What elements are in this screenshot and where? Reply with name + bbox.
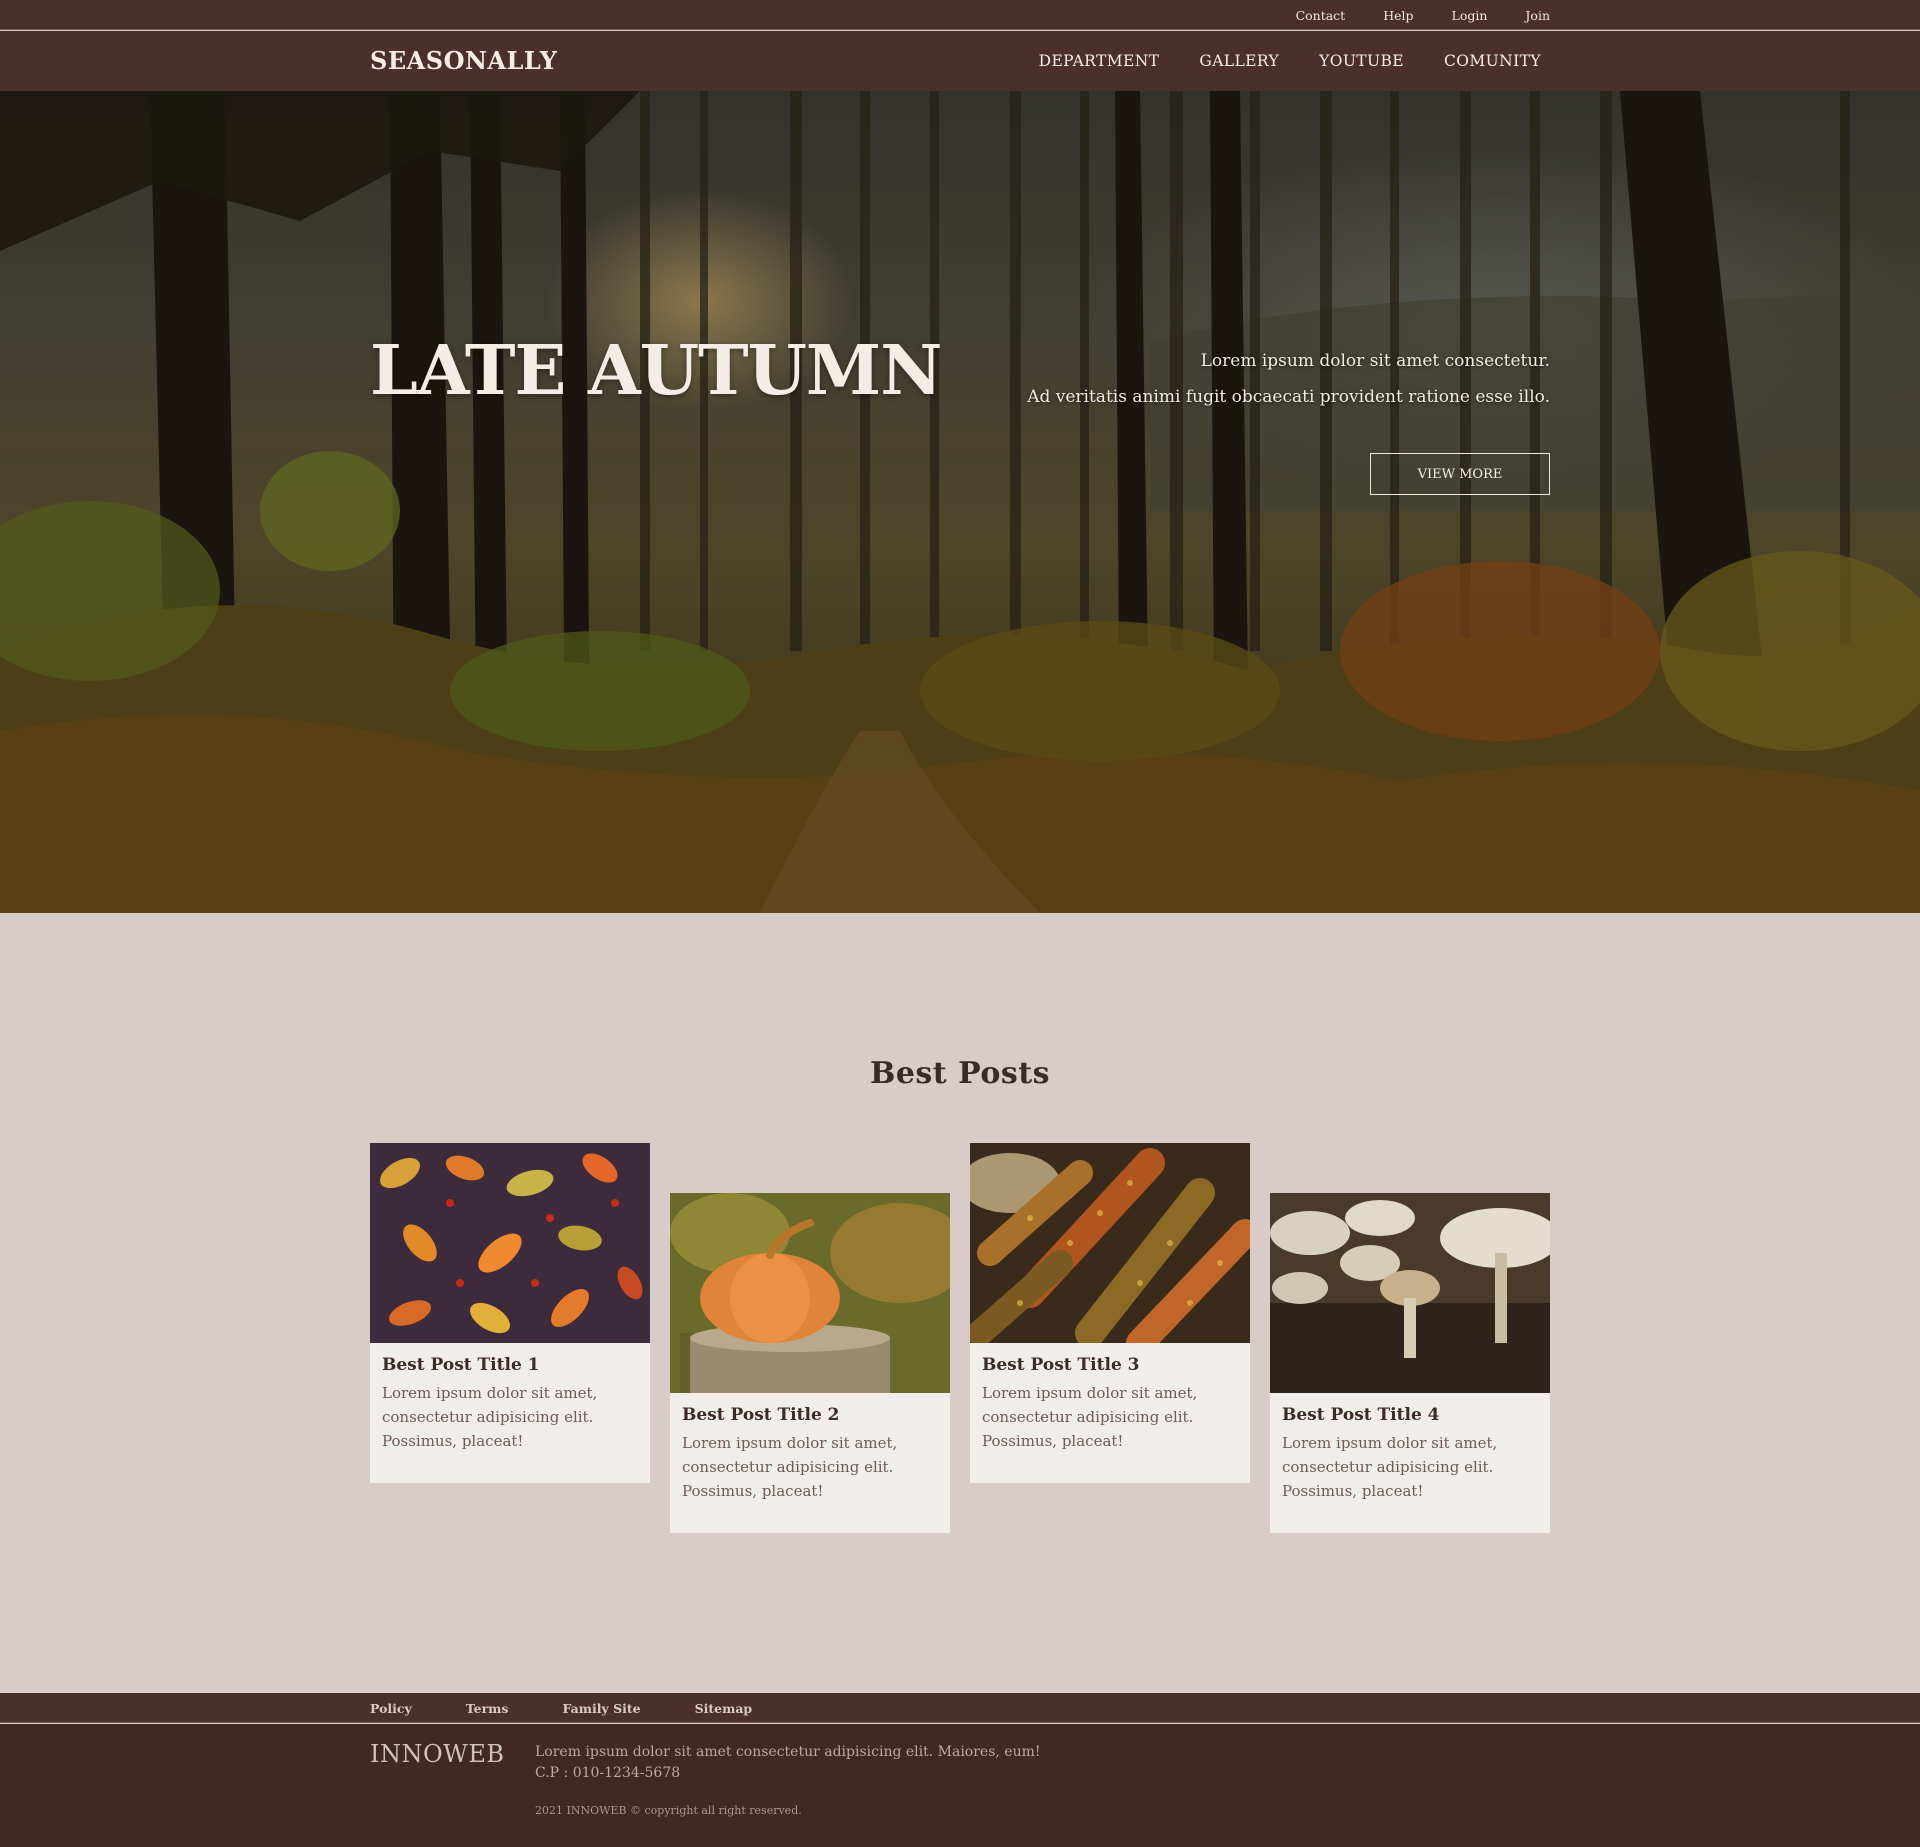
nav-item-gallery[interactable]: GALLERY <box>1199 52 1279 70</box>
post-card-title: Best Post Title 3 <box>982 1355 1140 1375</box>
hero-title: LATE AUTUMN <box>370 331 942 411</box>
utility-link-help[interactable]: Help <box>1383 8 1413 23</box>
view-more-button[interactable]: VIEW MORE <box>1370 453 1550 495</box>
post-card-4[interactable]: Best Post Title 4 Lorem ipsum dolor sit … <box>1270 1193 1550 1533</box>
utility-link-join[interactable]: Join <box>1525 8 1550 23</box>
footer-link-terms[interactable]: Terms <box>466 1701 509 1716</box>
utility-bar: Contact Help Login Join <box>0 0 1920 30</box>
nav-item-department[interactable]: DEPARTMENT <box>1039 52 1160 70</box>
post-card-description: Lorem ipsum dolor sit amet, consectetur … <box>982 1384 1198 1450</box>
post-card-body: Best Post Title 3 Lorem ipsum dolor sit … <box>970 1343 1250 1483</box>
footer-links-bar: Policy Terms Family Site Sitemap <box>0 1693 1920 1723</box>
post-card-3[interactable]: Best Post Title 3 Lorem ipsum dolor sit … <box>970 1143 1250 1483</box>
post-card-body: Best Post Title 2 Lorem ipsum dolor sit … <box>670 1393 950 1533</box>
indian-corn-image <box>970 1143 1250 1343</box>
footer-link-family-site[interactable]: Family Site <box>562 1701 640 1716</box>
post-card-title: Best Post Title 4 <box>1282 1405 1440 1425</box>
autumn-leaves-image <box>370 1143 650 1343</box>
nav-item-community[interactable]: COMUNITY <box>1444 52 1541 70</box>
hero-banner: LATE AUTUMN Lorem ipsum dolor sit amet c… <box>0 91 1920 913</box>
hero-description: Lorem ipsum dolor sit amet consectetur. … <box>1027 343 1550 415</box>
post-card-body: Best Post Title 1 Lorem ipsum dolor sit … <box>370 1343 650 1483</box>
post-card-2[interactable]: Best Post Title 2 Lorem ipsum dolor sit … <box>670 1193 950 1533</box>
footer-link-sitemap[interactable]: Sitemap <box>695 1701 753 1716</box>
hero-description-line-1: Lorem ipsum dolor sit amet consectetur. <box>1200 351 1550 371</box>
hero-overlay <box>0 91 1920 913</box>
post-card-description: Lorem ipsum dolor sit amet, consectetur … <box>1282 1434 1498 1500</box>
post-card-description: Lorem ipsum dolor sit amet, consectetur … <box>382 1384 598 1450</box>
site-logo[interactable]: SEASONALLY <box>370 31 557 91</box>
post-card-body: Best Post Title 4 Lorem ipsum dolor sit … <box>1270 1393 1550 1533</box>
footer-info: Lorem ipsum dolor sit amet consectetur a… <box>535 1742 1041 1784</box>
footer-info-text: Lorem ipsum dolor sit amet consectetur a… <box>535 1744 1041 1760</box>
main-nav: DEPARTMENT GALLERY YOUTUBE COMUNITY <box>1039 31 1541 91</box>
utility-link-login[interactable]: Login <box>1452 8 1488 23</box>
footer: INNOWEB Lorem ipsum dolor sit amet conse… <box>0 1724 1920 1847</box>
main-header: SEASONALLY DEPARTMENT GALLERY YOUTUBE CO… <box>0 31 1920 91</box>
post-card-1[interactable]: Best Post Title 1 Lorem ipsum dolor sit … <box>370 1143 650 1483</box>
footer-link-policy[interactable]: Policy <box>370 1701 412 1716</box>
nav-item-youtube[interactable]: YOUTUBE <box>1319 52 1404 70</box>
footer-phone: C.P : 010-1234-5678 <box>535 1765 681 1781</box>
footer-nav: Policy Terms Family Site Sitemap <box>370 1693 752 1723</box>
pumpkin-image <box>670 1193 950 1393</box>
utility-link-contact[interactable]: Contact <box>1296 8 1346 23</box>
footer-logo: INNOWEB <box>370 1740 505 1768</box>
hero-description-line-2: Ad veritatis animi fugit obcaecati provi… <box>1027 387 1550 407</box>
best-posts-heading: Best Posts <box>869 1056 1051 1091</box>
post-card-title: Best Post Title 2 <box>682 1405 840 1425</box>
post-card-description: Lorem ipsum dolor sit amet, consectetur … <box>682 1434 898 1500</box>
mushrooms-image <box>1270 1193 1550 1393</box>
utility-nav: Contact Help Login Join <box>1296 0 1550 30</box>
footer-copyright: 2021 INNOWEB © copyright all right reser… <box>535 1804 802 1817</box>
post-card-title: Best Post Title 1 <box>382 1355 540 1375</box>
